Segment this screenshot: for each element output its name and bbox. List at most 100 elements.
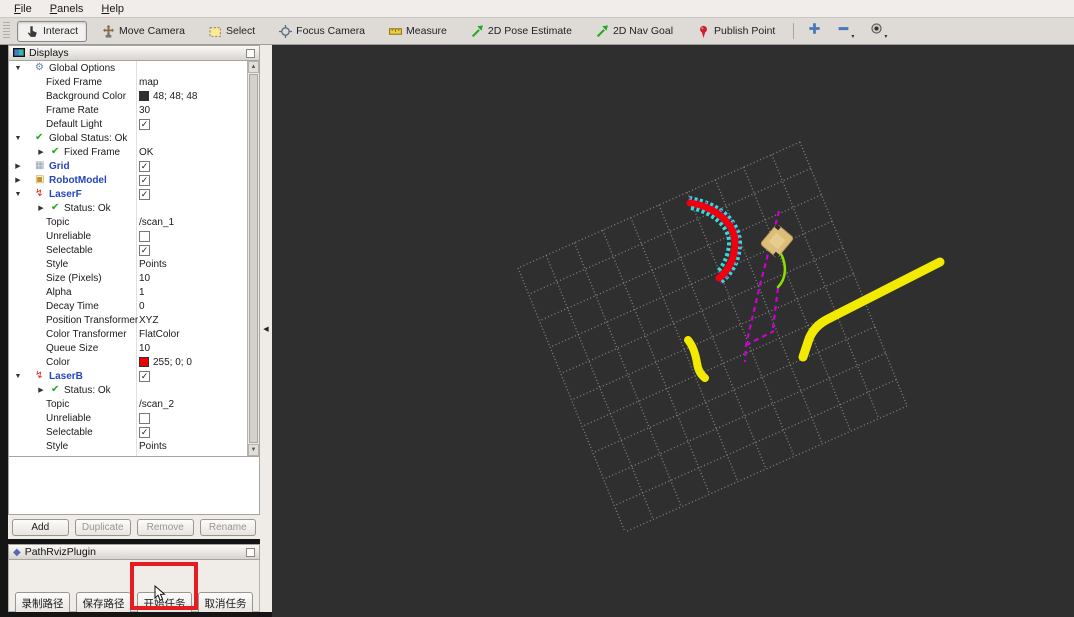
tree-row[interactable]: Default Light ✓ [9,117,247,131]
checkbox-checked[interactable]: ✓ [139,160,150,172]
tree-row[interactable]: Topic/scan_2 [9,397,247,411]
tree-row[interactable]: ▶ ✔ Status: Ok [9,383,247,397]
remove-tool-icon[interactable]: ▾ [831,19,860,43]
row-value[interactable]: Points [139,441,167,452]
displays-panel-header[interactable]: Displays [8,45,260,61]
expand-row-icon[interactable]: ▶ [37,148,45,156]
tree-row[interactable]: Style Points [9,257,247,271]
collapse-panel-icon[interactable]: ◀ [262,320,270,338]
color-swatch[interactable] [139,357,149,367]
plugin-panel-header[interactable]: ◆ PathRvizPlugin [8,544,260,560]
row-label: Background Color [46,90,127,102]
tree-row[interactable]: Position Transformer XYZ [9,313,247,327]
scroll-down-icon[interactable]: ▼ [248,444,259,456]
tool-2d-pose-estimate[interactable]: 2D Pose Estimate [462,21,581,42]
tool-label: 2D Nav Goal [612,25,674,37]
tree-row[interactable]: Topic/scan_1 [9,215,247,229]
scrollbar-thumb[interactable] [249,74,258,443]
tree-row[interactable]: Selectable ✓ [9,243,247,257]
menu-item-help[interactable]: Help [93,2,132,16]
toolbar-grip[interactable] [3,22,10,40]
tool-focus-camera[interactable]: Focus Camera [270,21,374,42]
row-label: Alpha [46,286,72,298]
add-button[interactable]: Add [12,519,69,536]
tree-row[interactable]: ▼ ↯ LaserF ✓ [9,187,247,201]
menu-item-file[interactable]: File [6,2,40,16]
tool-options-icon[interactable]: ▾ [864,19,893,43]
scroll-up-icon[interactable]: ▲ [248,61,259,73]
checkbox-checked[interactable]: ✓ [139,188,150,200]
measure-icon [389,25,403,38]
checkbox-unchecked[interactable] [139,412,150,424]
tree-row[interactable]: Style Points [9,439,247,453]
tree-row[interactable]: Unreliable [9,229,247,243]
expand-row-icon[interactable]: ▶ [14,176,22,184]
tree-row[interactable]: ▶ ✔ Status: Ok [9,201,247,215]
tree-row[interactable]: ▼ ✔ Global Status: Ok [9,131,247,145]
tree-row[interactable]: Decay Time 0 [9,299,247,313]
panel-splitter[interactable]: ◀ [260,45,272,612]
tree-row[interactable]: ▼ ⚙ Global Options [9,61,247,75]
tool-move-camera[interactable]: Move Camera [93,21,194,42]
checkbox-checked[interactable]: ✓ [139,244,150,256]
tool-2d-nav-goal[interactable]: 2D Nav Goal [587,21,682,42]
tree-row[interactable]: Color Transformer FlatColor [9,327,247,341]
recorded-path-vertical [771,287,780,329]
tree-row[interactable]: Queue Size 10 [9,341,247,355]
row-value[interactable]: /scan_1 [139,217,174,228]
collapse-row-icon[interactable]: ▼ [14,135,22,142]
add-tool-icon[interactable] [802,19,827,43]
laser-icon: ↯ [35,188,44,199]
row-value[interactable]: 1 [139,287,145,298]
tree-row[interactable]: Frame Rate 30 [9,103,247,117]
tree-row[interactable]: ▼ ↯ LaserB ✓ [9,369,247,383]
displays-scrollbar[interactable]: ▲ ▼ [247,61,259,456]
expand-row-icon[interactable]: ▶ [14,162,22,170]
row-label: Color Transformer [46,328,127,340]
tool-publish-point[interactable]: Publish Point [688,21,784,42]
row-value[interactable]: 10 [139,343,150,354]
robot-model [760,223,794,259]
toolbar: Interact Move Camera Select Focus Camera Mea… [0,18,1074,45]
row-value[interactable]: map [139,77,158,88]
row-label: Selectable [46,426,93,438]
tree-row[interactable]: Size (Pixels) 10 [9,271,247,285]
tool-interact[interactable]: Interact [17,20,88,42]
tree-row[interactable]: Alpha 1 [9,285,247,299]
tree-row[interactable]: Color 255; 0; 0 [9,355,247,369]
checkbox-checked[interactable]: ✓ [139,370,150,382]
row-value[interactable]: 10 [139,273,150,284]
panel-float-button[interactable] [246,48,255,58]
checkbox-checked[interactable]: ✓ [139,174,150,186]
collapse-row-icon[interactable]: ▼ [14,191,22,198]
checkbox-checked[interactable]: ✓ [139,426,150,438]
expand-row-icon[interactable]: ▶ [37,386,45,394]
row-value[interactable]: 0 [139,301,145,312]
collapse-row-icon[interactable]: ▼ [14,65,22,72]
expand-row-icon[interactable]: ▶ [37,204,45,212]
tree-row[interactable]: Fixed Frame map [9,75,247,89]
tool-measure[interactable]: Measure [380,21,456,42]
menu-item-panels[interactable]: Panels [42,2,92,16]
tool-select[interactable]: Select [200,21,264,42]
tree-row[interactable]: ▶ ▣ RobotModel ✓ [9,173,247,187]
row-value[interactable]: OK [139,147,153,158]
tree-row[interactable]: Background Color 48; 48; 48 [9,89,247,103]
row-value[interactable]: Points [139,259,167,270]
checkbox-unchecked[interactable] [139,230,150,242]
row-value[interactable]: FlatColor [139,329,180,340]
tool-label: Interact [43,25,79,37]
select-icon [209,25,222,38]
plugin-float-button[interactable] [246,547,255,557]
checkbox-checked[interactable]: ✓ [139,118,150,130]
tree-row[interactable]: Unreliable [9,411,247,425]
tree-row[interactable]: Selectable ✓ [9,425,247,439]
collapse-row-icon[interactable]: ▼ [14,373,22,380]
row-value[interactable]: 30 [139,105,150,116]
color-swatch[interactable] [139,91,149,101]
tree-row[interactable]: ▶ ▦ Grid ✓ [9,159,247,173]
render-viewport[interactable] [272,45,1074,617]
row-value[interactable]: XYZ [139,315,158,326]
row-value[interactable]: /scan_2 [139,399,174,410]
tree-row[interactable]: ▶ ✔ Fixed Frame OK [9,145,247,159]
